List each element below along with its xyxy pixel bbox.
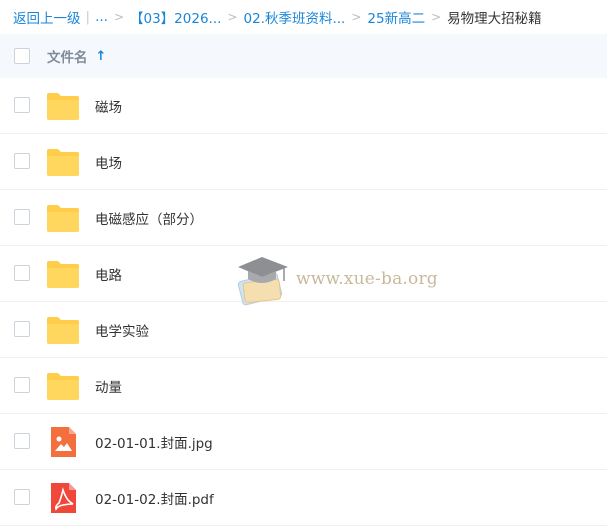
folder-icon (46, 314, 80, 346)
breadcrumb-separator: > (227, 10, 238, 24)
row-checkbox[interactable] (14, 377, 30, 393)
folder-icon (46, 202, 80, 234)
file-row[interactable]: 电磁感应（部分） (0, 190, 607, 246)
select-all-checkbox[interactable] (14, 48, 30, 64)
file-row[interactable]: 电学实验 (0, 302, 607, 358)
breadcrumb-separator: > (431, 10, 442, 24)
breadcrumb: 返回上一级 | ... > 【03】2026... > 02.秋季班资料... … (0, 0, 607, 34)
row-checkbox[interactable] (14, 209, 30, 225)
breadcrumb-item[interactable]: 【03】2026... (130, 7, 221, 27)
file-name[interactable]: 02-01-02.封面.pdf (95, 488, 214, 508)
sort-ascending-icon[interactable]: ↑ (96, 49, 107, 64)
breadcrumb-item[interactable]: 25新高二 (367, 7, 425, 27)
file-row[interactable]: 02-01-01.封面.jpg (0, 414, 607, 470)
file-name[interactable]: 动量 (95, 376, 122, 396)
folder-icon (46, 90, 80, 122)
file-row[interactable]: 磁场 (0, 78, 607, 134)
file-name[interactable]: 02-01-01.封面.jpg (95, 432, 213, 452)
file-list: 磁场电场电磁感应（部分） 电路电学实验动量 02-01-01.封面.jpg 02-01… (0, 78, 607, 526)
file-name[interactable]: 磁场 (95, 96, 122, 116)
file-row[interactable]: 电路 (0, 246, 607, 302)
file-row[interactable]: 电场 (0, 134, 607, 190)
name-column-label: 文件名 (47, 50, 88, 66)
row-checkbox[interactable] (14, 489, 30, 505)
row-checkbox[interactable] (14, 265, 30, 281)
back-link[interactable]: 返回上一级 (13, 7, 81, 27)
breadcrumb-current: 易物理大招秘籍 (447, 11, 542, 27)
file-row[interactable]: 动量 (0, 358, 607, 414)
breadcrumb-separator: > (351, 10, 362, 24)
name-column-header[interactable]: 文件名 ↑ (47, 46, 107, 67)
file-name[interactable]: 电学实验 (95, 320, 149, 340)
pdf-file-icon (46, 482, 80, 514)
file-row[interactable]: 02-01-02.封面.pdf (0, 470, 607, 526)
file-name[interactable]: 电路 (95, 264, 122, 284)
row-checkbox[interactable] (14, 321, 30, 337)
folder-icon (46, 370, 80, 402)
breadcrumb-ellipsis[interactable]: ... (95, 9, 108, 25)
breadcrumb-item[interactable]: 02.秋季班资料... (243, 7, 345, 27)
list-header: 文件名 ↑ (0, 34, 607, 78)
row-checkbox[interactable] (14, 97, 30, 113)
image-file-icon (46, 426, 80, 458)
file-name[interactable]: 电磁感应（部分） (95, 208, 203, 228)
file-name[interactable]: 电场 (95, 152, 122, 172)
breadcrumb-separator: > (113, 10, 124, 24)
folder-icon (46, 258, 80, 290)
breadcrumb-divider: | (85, 9, 91, 25)
row-checkbox[interactable] (14, 433, 30, 449)
row-checkbox[interactable] (14, 153, 30, 169)
folder-icon (46, 146, 80, 178)
